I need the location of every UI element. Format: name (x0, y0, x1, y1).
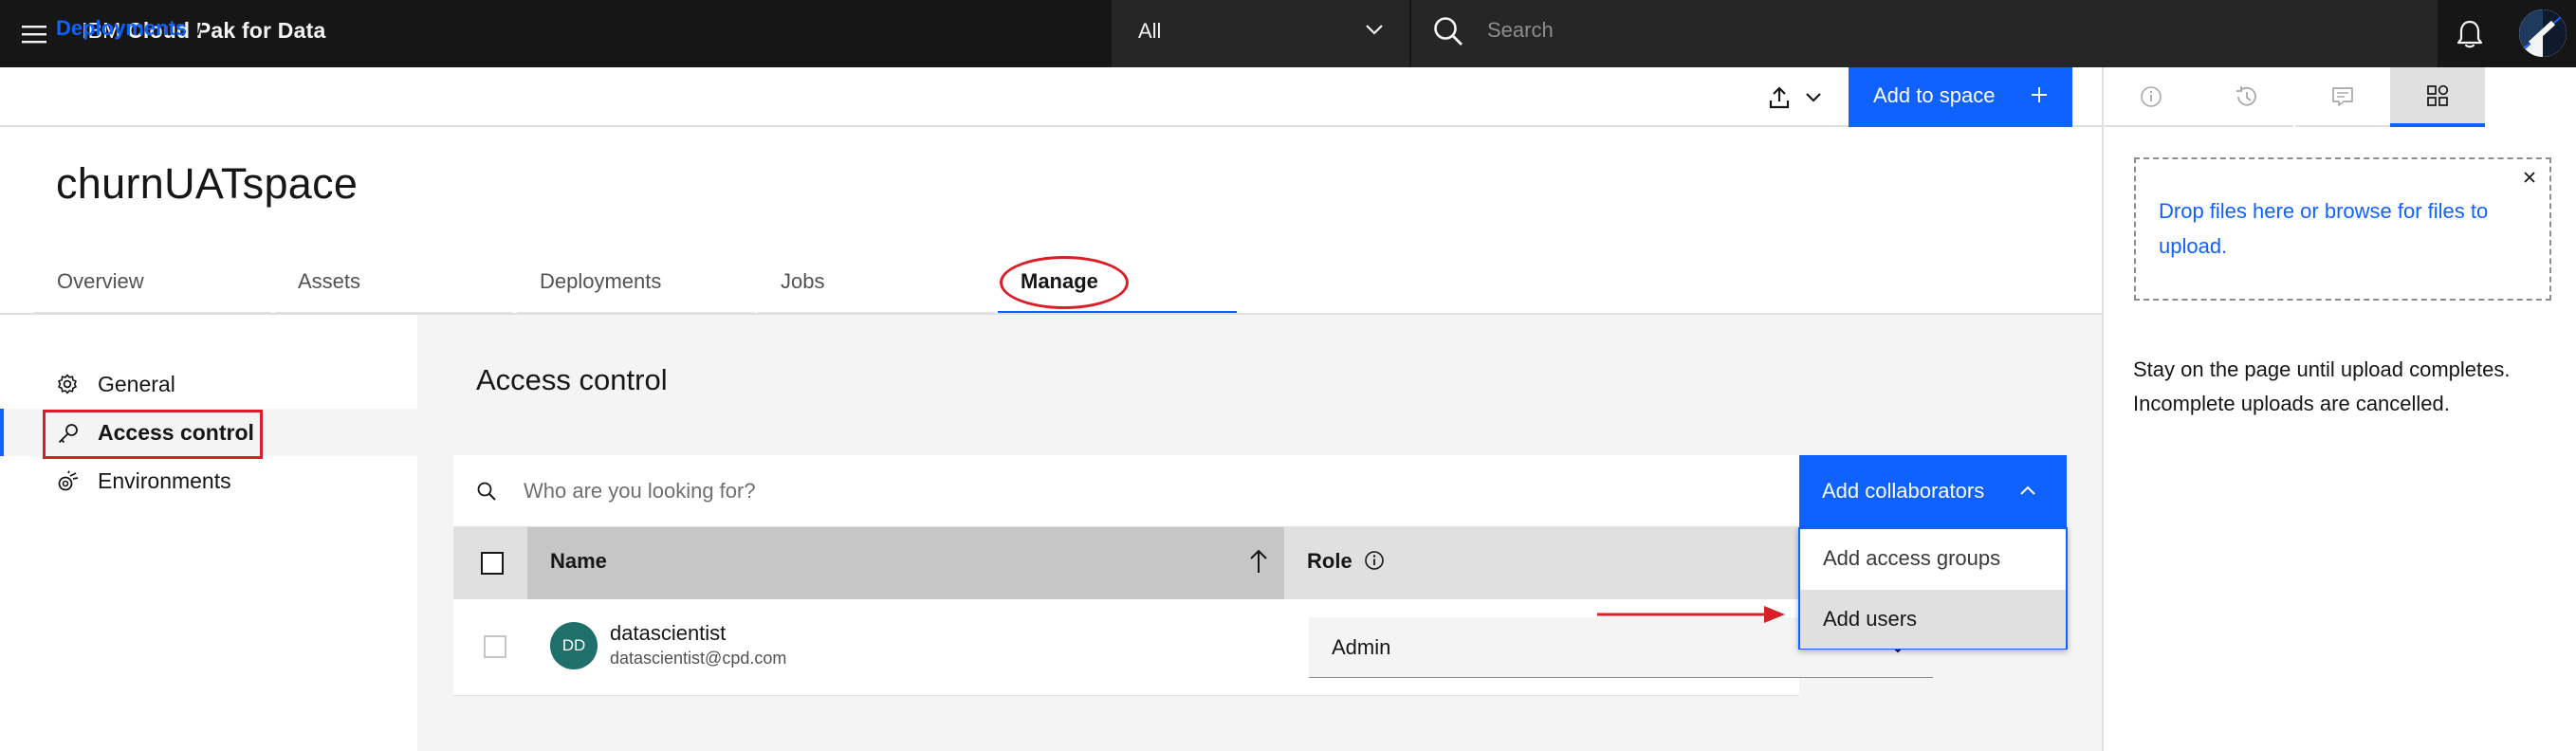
dropzone-text[interactable]: Drop files here or browse for files to u… (2159, 193, 2529, 264)
global-search-placeholder: Search (1487, 18, 1554, 42)
menu-item-add-access-groups[interactable]: Add access groups (1800, 529, 2066, 588)
sidenav-item-access-control[interactable]: Access control (0, 409, 417, 456)
tab-label: Assets (298, 269, 361, 293)
upload-note: Stay on the page until upload completes.… (2133, 357, 2511, 415)
page-title: churnUATspace (56, 159, 359, 208)
collaborator-name: datascientist (610, 621, 727, 645)
tab-overview[interactable]: Overview (34, 256, 271, 315)
menu-item-label: Add access groups (1823, 546, 2001, 570)
column-header-label: Role (1307, 549, 1352, 573)
environment-icon (57, 470, 80, 493)
search-icon (476, 481, 497, 502)
search-scope-select[interactable]: All (1112, 0, 1409, 67)
tab-label: Jobs (781, 269, 825, 293)
column-header-name[interactable]: Name (527, 527, 1284, 599)
key-icon (57, 422, 80, 445)
breadcrumb-separator: / (197, 16, 204, 40)
history-icon[interactable] (2199, 67, 2293, 127)
collaborator-email: datascientist@cpd.com (610, 649, 787, 668)
row-checkbox[interactable] (484, 635, 506, 658)
section-title: Access control (476, 363, 668, 396)
select-all-checkbox[interactable] (481, 552, 504, 575)
add-collaborators-label: Add collaborators (1822, 479, 1985, 503)
sidenav-label: General (98, 372, 175, 396)
tab-label: Manage (1021, 269, 1098, 293)
add-collaborators-button[interactable]: Add collaborators (1799, 455, 2067, 527)
tab-deployments[interactable]: Deployments (517, 256, 754, 315)
sidenav-label: Environments (98, 468, 231, 493)
plus-icon (2029, 84, 2050, 105)
select-all-cell (453, 527, 527, 599)
tab-jobs[interactable]: Jobs (758, 256, 995, 315)
chevron-down-icon (1806, 93, 1821, 102)
global-search-input[interactable]: Search (1409, 0, 2438, 67)
chevron-up-icon (2019, 485, 2036, 496)
collaborator-search-input[interactable] (524, 470, 1757, 512)
sidenav-item-environments[interactable]: Environments (0, 457, 417, 504)
user-profile-avatar[interactable] (2519, 9, 2567, 57)
export-icon (1768, 85, 1791, 110)
tab-label: Overview (57, 269, 144, 293)
sort-arrow-up-icon (1248, 548, 1269, 575)
collaborator-search (453, 455, 1799, 527)
file-dropzone[interactable]: Drop files here or browse for files to u… (2134, 157, 2551, 301)
sidenav-label: Access control (98, 420, 254, 445)
column-header-role: Role (1284, 527, 1799, 599)
tab-assets[interactable]: Assets (275, 256, 512, 315)
column-header-label: Name (550, 549, 607, 573)
comment-icon[interactable] (2295, 67, 2390, 127)
asset-upload-icon[interactable] (2390, 67, 2485, 127)
add-to-space-button[interactable]: Add to space (1849, 67, 2072, 127)
info-icon[interactable] (2104, 67, 2199, 127)
tab-label: Deployments (540, 269, 662, 293)
menu-item-add-users[interactable]: Add users (1800, 590, 2066, 649)
export-button[interactable] (1757, 74, 1832, 121)
menu-icon[interactable] (13, 13, 55, 55)
menu-item-label: Add users (1823, 607, 1918, 631)
search-icon (1432, 15, 1464, 47)
add-collaborators-menu: Add access groups Add users (1798, 527, 2068, 650)
info-icon[interactable] (1364, 550, 1385, 571)
breadcrumb-link-deployments[interactable]: Deployments (56, 0, 187, 57)
gear-icon (57, 374, 78, 394)
role-value: Admin (1332, 635, 1391, 659)
avatar: DD (550, 622, 598, 669)
notification-bell-icon[interactable] (2447, 11, 2493, 57)
sidenav-item-general[interactable]: General (0, 360, 417, 408)
add-to-space-label: Add to space (1873, 83, 1996, 107)
chevron-down-icon (1366, 24, 1383, 35)
tab-manage[interactable]: Manage (998, 256, 1237, 315)
search-scope-value: All (1138, 19, 1162, 43)
close-icon[interactable] (2517, 165, 2542, 190)
